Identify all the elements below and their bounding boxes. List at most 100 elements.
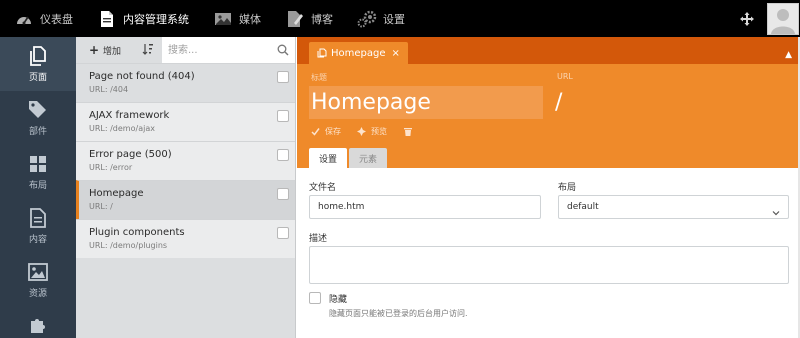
page-checkbox[interactable] (277, 71, 289, 83)
sidebar-item-label: 部件 (28, 127, 47, 137)
preview-button[interactable]: 预览 (357, 126, 387, 137)
topnav-media-label: 媒体 (239, 12, 261, 26)
page-title: Plugin components (89, 227, 185, 238)
list-item[interactable]: Page not found (404) URL: /404 (76, 63, 295, 102)
search-icon[interactable] (277, 44, 289, 56)
settings-form: 文件名 home.htm 布局 default 描述 隐藏 隐藏页面只能被已登录… (297, 168, 800, 338)
layout-select-value: default (567, 202, 599, 212)
page-url: URL: /404 (89, 85, 129, 94)
tab-settings[interactable]: 设置 (309, 148, 348, 168)
close-icon[interactable]: × (392, 48, 400, 59)
editor-actions: 保存 预览 (311, 126, 433, 137)
url-label: URL (557, 72, 573, 81)
cms-icon (97, 9, 117, 29)
list-item[interactable]: Plugin components URL: /demo/plugins (76, 219, 295, 258)
page-checkbox[interactable] (277, 110, 289, 122)
topbar-right (739, 0, 800, 37)
list-toolbar: + 增加 (76, 37, 295, 63)
page-url: URL: /error (89, 163, 133, 172)
list-item[interactable]: Error page (500) URL: /error (76, 141, 295, 180)
sidebar-item-plugins[interactable] (0, 307, 76, 337)
tab-elements[interactable]: 元素 (349, 148, 388, 168)
topnav-media[interactable]: 媒体 (199, 0, 271, 37)
page-header-panel: ▲ 标题 URL Homepage / 保存 预览 设置 元素 (297, 50, 800, 168)
tag-icon (27, 99, 49, 121)
editor-panel: Homepage × ▲ 标题 URL Homepage / 保存 预览 设置 … (297, 37, 800, 338)
topnav-cms[interactable]: 内容管理系统 (83, 0, 199, 37)
list-item[interactable]: AJAX framework URL: /demo/ajax (76, 102, 295, 141)
hidden-label: 隐藏 (329, 295, 348, 305)
save-button[interactable]: 保存 (311, 126, 341, 137)
preview-label: 预览 (371, 127, 387, 136)
check-icon (311, 127, 320, 136)
top-nav: 仪表盘 内容管理系统 媒体 博客 设置 (0, 0, 415, 37)
chevron-down-icon (772, 204, 780, 216)
blog-icon (285, 9, 305, 29)
tab-homepage[interactable]: Homepage × (309, 42, 408, 64)
topnav-settings[interactable]: 设置 (343, 0, 415, 37)
delete-button[interactable] (403, 127, 417, 136)
sort-button[interactable] (134, 37, 162, 63)
page-checkbox[interactable] (277, 149, 289, 161)
topnav-dashboard-label: 仪表盘 (40, 12, 73, 26)
page-list-panel: + 增加 Page not found (404) URL: /404 AJAX… (76, 37, 296, 338)
sidebar-item-layouts[interactable]: 布局 (0, 145, 76, 199)
sidebar-item-pages[interactable]: 页面 (0, 37, 76, 91)
content-icon (27, 207, 49, 229)
page-checkbox[interactable] (277, 188, 289, 200)
puzzle-icon (27, 313, 49, 334)
topnav-settings-label: 设置 (383, 12, 405, 26)
collapse-icon[interactable]: ▲ (785, 50, 792, 60)
media-icon (213, 9, 233, 29)
title-label: 标题 (311, 73, 327, 82)
topnav-cms-label: 内容管理系统 (123, 12, 189, 26)
description-field[interactable] (309, 246, 789, 284)
top-navbar: 仪表盘 内容管理系统 媒体 博客 设置 (0, 0, 800, 37)
editor-subtabs: 设置 元素 (309, 148, 388, 168)
add-page-label: 增加 (103, 46, 122, 57)
list-item-selected[interactable]: Homepage URL: / (76, 180, 295, 219)
url-input[interactable]: / (555, 86, 785, 119)
move-icon[interactable] (739, 11, 755, 27)
tab-label: Homepage (331, 47, 386, 59)
hidden-checkbox[interactable] (309, 292, 321, 304)
layout-icon (27, 153, 49, 175)
page-url: URL: /demo/plugins (89, 241, 168, 250)
sidebar-item-label: 内容 (28, 235, 47, 245)
dashboard-icon (14, 9, 34, 29)
add-page-button[interactable]: + 增加 (76, 37, 134, 63)
assets-icon (27, 261, 49, 283)
sort-icon (142, 43, 154, 58)
topnav-blog[interactable]: 博客 (271, 0, 343, 37)
crosshair-icon (357, 127, 366, 136)
layout-select[interactable]: default (558, 195, 789, 219)
sidebar-item-label: 布局 (28, 181, 47, 191)
topnav-blog-label: 博客 (311, 12, 333, 26)
layout-label: 布局 (558, 183, 577, 193)
trash-icon (403, 127, 412, 136)
description-label: 描述 (309, 234, 328, 244)
page-title: Error page (500) (89, 149, 172, 160)
sidebar-item-label: 页面 (28, 73, 47, 83)
editor-tabbar: Homepage × (297, 37, 800, 64)
page-url: URL: /demo/ajax (89, 124, 155, 133)
page-checkbox[interactable] (277, 227, 289, 239)
title-input[interactable]: Homepage (309, 86, 543, 119)
hidden-help-text: 隐藏页面只能被已登录的后台用户访问. (329, 309, 468, 318)
sidebar-item-assets[interactable]: 资源 (0, 253, 76, 307)
save-label: 保存 (325, 127, 341, 136)
plus-icon: + (88, 43, 100, 57)
avatar[interactable] (767, 2, 799, 35)
pages-icon (27, 45, 49, 67)
filename-field[interactable]: home.htm (309, 195, 541, 219)
sidebar-item-content[interactable]: 内容 (0, 199, 76, 253)
filename-label: 文件名 (309, 183, 337, 193)
sidebar: 页面 部件 布局 内容 资源 (0, 37, 76, 338)
pages-icon (317, 48, 327, 58)
search-input[interactable] (162, 37, 295, 63)
topnav-dashboard[interactable]: 仪表盘 (0, 0, 83, 37)
settings-icon (357, 9, 377, 29)
sidebar-item-partials[interactable]: 部件 (0, 91, 76, 145)
sidebar-item-label: 资源 (28, 289, 47, 299)
page-title: Page not found (404) (89, 71, 195, 82)
